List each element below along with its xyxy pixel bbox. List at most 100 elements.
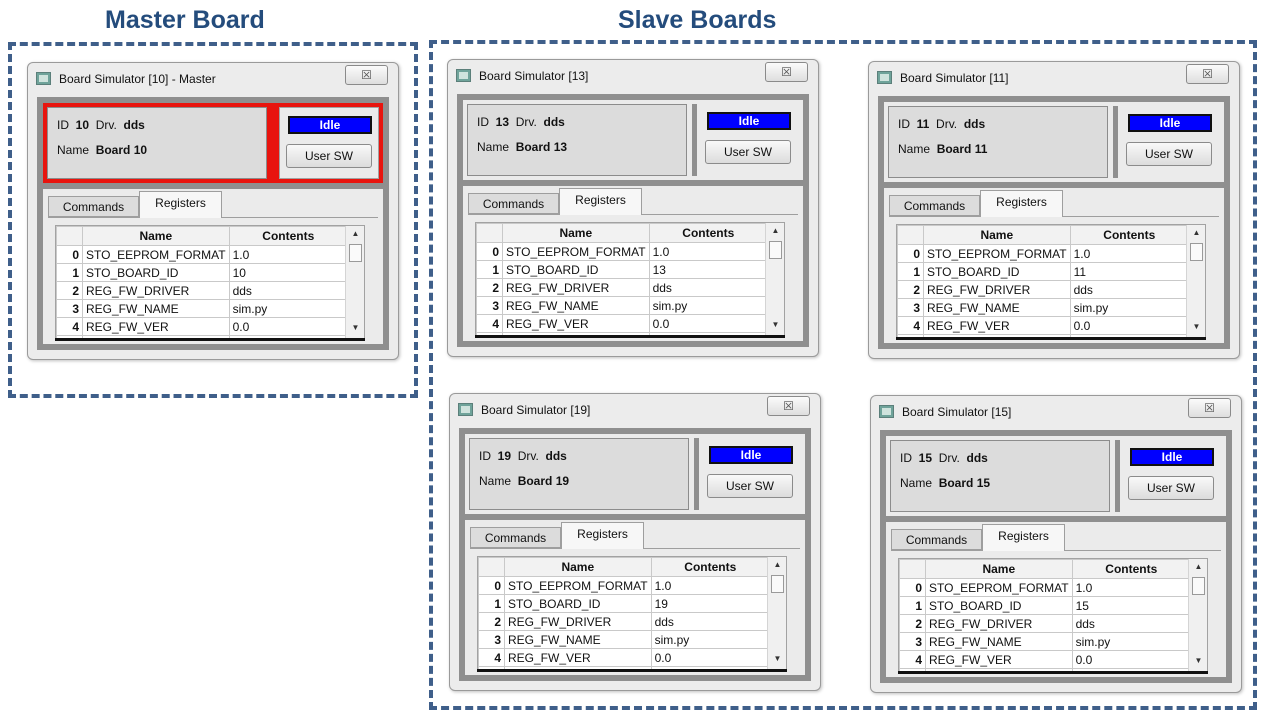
close-button[interactable]: ☒: [765, 62, 808, 82]
tab-commands[interactable]: Commands: [891, 529, 982, 550]
register-contents[interactable]: dds: [648, 278, 769, 297]
vertical-scrollbar[interactable]: ▲ ▼: [765, 223, 784, 335]
register-contents[interactable]: 0.0: [1071, 650, 1192, 669]
scroll-down-arrow-icon[interactable]: ▼: [768, 653, 786, 665]
register-row[interactable]: 2 REG_FW_DRIVER dds: [897, 280, 1190, 299]
register-contents[interactable]: 0.0: [1069, 316, 1190, 335]
vertical-scrollbar[interactable]: ▲ ▼: [1188, 559, 1207, 671]
user-sw-button[interactable]: User SW: [1128, 476, 1214, 500]
close-button[interactable]: ☒: [767, 396, 810, 416]
register-row[interactable]: 0 STO_EEPROM_FORMAT 1.0: [897, 244, 1190, 263]
scroll-up-arrow-icon[interactable]: ▲: [1189, 561, 1207, 573]
register-contents[interactable]: dds: [1071, 614, 1192, 633]
register-row[interactable]: 4 REG_FW_VER 0.0: [56, 317, 349, 336]
tab-registers[interactable]: Registers: [139, 191, 222, 218]
register-row[interactable]: 0 STO_EEPROM_FORMAT 1.0: [56, 245, 349, 264]
register-contents[interactable]: sim.py: [648, 296, 769, 315]
register-name[interactable]: REG_FW_NAME: [82, 299, 230, 318]
register-row[interactable]: 2 REG_FW_DRIVER dds: [56, 281, 349, 300]
register-contents[interactable]: 19: [650, 594, 771, 613]
register-contents[interactable]: dds: [228, 281, 349, 300]
user-sw-button[interactable]: User SW: [707, 474, 793, 498]
register-contents[interactable]: 1.0: [228, 245, 349, 264]
register-name[interactable]: STO_EEPROM_FORMAT: [502, 242, 650, 261]
register-contents[interactable]: 1.0: [648, 242, 769, 261]
tab-commands[interactable]: Commands: [468, 193, 559, 214]
register-row[interactable]: 0 STO_EEPROM_FORMAT 1.0: [899, 578, 1192, 597]
column-header-name[interactable]: Name: [502, 223, 650, 243]
scroll-thumb[interactable]: [771, 575, 784, 593]
column-header-contents[interactable]: Contents: [1069, 225, 1190, 245]
register-name[interactable]: REG_FW_VER: [923, 316, 1071, 335]
column-header-name[interactable]: Name: [504, 557, 652, 577]
scroll-thumb[interactable]: [769, 241, 782, 259]
register-contents[interactable]: dds: [1069, 280, 1190, 299]
register-row[interactable]: 1 STO_BOARD_ID 11: [897, 262, 1190, 281]
register-name[interactable]: STO_BOARD_ID: [925, 596, 1073, 615]
registers-grid[interactable]: Name Contents 0 STO_EEPROM_FORMAT 1.0 1 STO_BO…: [896, 224, 1206, 338]
scroll-down-arrow-icon[interactable]: ▼: [346, 322, 364, 334]
scroll-thumb[interactable]: [1192, 577, 1205, 595]
column-header-name[interactable]: Name: [923, 225, 1071, 245]
user-sw-button[interactable]: User SW: [705, 140, 791, 164]
register-row[interactable]: 2 REG_FW_DRIVER dds: [899, 614, 1192, 633]
register-contents[interactable]: 1.0: [1071, 578, 1192, 597]
close-button[interactable]: ☒: [1188, 398, 1231, 418]
scroll-up-arrow-icon[interactable]: ▲: [1187, 227, 1205, 239]
register-row[interactable]: 1 STO_BOARD_ID 10: [56, 263, 349, 282]
register-row[interactable]: 3 REG_FW_NAME sim.py: [56, 299, 349, 318]
register-name[interactable]: REG_FW_VER: [925, 650, 1073, 669]
register-contents[interactable]: sim.py: [1069, 298, 1190, 317]
slave-board-window[interactable]: Board Simulator [13] ☒ ID 13 Drv. dds Name …: [447, 59, 819, 357]
register-name[interactable]: STO_EEPROM_FORMAT: [923, 244, 1071, 263]
tab-registers[interactable]: Registers: [559, 188, 642, 215]
register-contents[interactable]: sim.py: [650, 630, 771, 649]
register-contents[interactable]: sim.py: [228, 299, 349, 318]
register-name[interactable]: REG_FW_DRIVER: [82, 281, 230, 300]
register-name[interactable]: REG_FW_NAME: [502, 296, 650, 315]
window-titlebar[interactable]: Board Simulator [10] - Master ☒: [28, 63, 398, 97]
tab-registers[interactable]: Registers: [561, 522, 644, 549]
slave-board-window[interactable]: Board Simulator [19] ☒ ID 19 Drv. dds Name …: [449, 393, 821, 691]
user-sw-button[interactable]: User SW: [286, 144, 372, 168]
register-name[interactable]: REG_FW_VER: [82, 317, 230, 336]
scroll-up-arrow-icon[interactable]: ▲: [766, 225, 784, 237]
register-row[interactable]: 3 REG_FW_NAME sim.py: [478, 630, 771, 649]
registers-grid[interactable]: Name Contents 0 STO_EEPROM_FORMAT 1.0 1 STO_BO…: [898, 558, 1208, 672]
register-row[interactable]: 1 STO_BOARD_ID 13: [476, 260, 769, 279]
slave-board-window[interactable]: Board Simulator [15] ☒ ID 15 Drv. dds Name …: [870, 395, 1242, 693]
register-name[interactable]: STO_EEPROM_FORMAT: [504, 576, 652, 595]
register-name[interactable]: STO_BOARD_ID: [82, 263, 230, 282]
register-row[interactable]: 0 STO_EEPROM_FORMAT 1.0: [476, 242, 769, 261]
scroll-thumb[interactable]: [349, 244, 362, 262]
column-header-contents[interactable]: Contents: [650, 557, 771, 577]
register-name[interactable]: REG_FW_NAME: [925, 632, 1073, 651]
register-row[interactable]: 1 STO_BOARD_ID 15: [899, 596, 1192, 615]
register-name[interactable]: REG_FW_DRIVER: [925, 614, 1073, 633]
scroll-down-arrow-icon[interactable]: ▼: [1189, 655, 1207, 667]
register-name[interactable]: STO_EEPROM_FORMAT: [925, 578, 1073, 597]
register-row[interactable]: 2 REG_FW_DRIVER dds: [476, 278, 769, 297]
master-board-window[interactable]: Board Simulator [10] - Master ☒ ID 10 Drv.…: [27, 62, 399, 360]
tab-commands[interactable]: Commands: [48, 196, 139, 217]
tab-commands[interactable]: Commands: [889, 195, 980, 216]
vertical-scrollbar[interactable]: ▲ ▼: [767, 557, 786, 669]
column-header-contents[interactable]: Contents: [1071, 559, 1192, 579]
register-row[interactable]: 3 REG_FW_NAME sim.py: [476, 296, 769, 315]
register-name[interactable]: REG_FW_NAME: [504, 630, 652, 649]
register-name[interactable]: STO_BOARD_ID: [504, 594, 652, 613]
register-contents[interactable]: dds: [650, 612, 771, 631]
slave-board-window[interactable]: Board Simulator [11] ☒ ID 11 Drv. dds Name …: [868, 61, 1240, 359]
register-name[interactable]: STO_EEPROM_FORMAT: [82, 245, 230, 264]
register-name[interactable]: STO_BOARD_ID: [502, 260, 650, 279]
register-row[interactable]: 1 STO_BOARD_ID 19: [478, 594, 771, 613]
registers-grid[interactable]: Name Contents 0 STO_EEPROM_FORMAT 1.0 1 STO_BO…: [475, 222, 785, 336]
tab-registers[interactable]: Registers: [980, 190, 1063, 217]
registers-grid[interactable]: Name Contents 0 STO_EEPROM_FORMAT 1.0 1 STO_BO…: [55, 225, 365, 339]
register-contents[interactable]: 0.0: [648, 314, 769, 333]
register-name[interactable]: REG_FW_DRIVER: [504, 612, 652, 631]
vertical-scrollbar[interactable]: ▲ ▼: [345, 226, 364, 338]
close-button[interactable]: ☒: [345, 65, 388, 85]
register-contents[interactable]: 0.0: [650, 648, 771, 667]
register-row[interactable]: 4 REG_FW_VER 0.0: [899, 650, 1192, 669]
